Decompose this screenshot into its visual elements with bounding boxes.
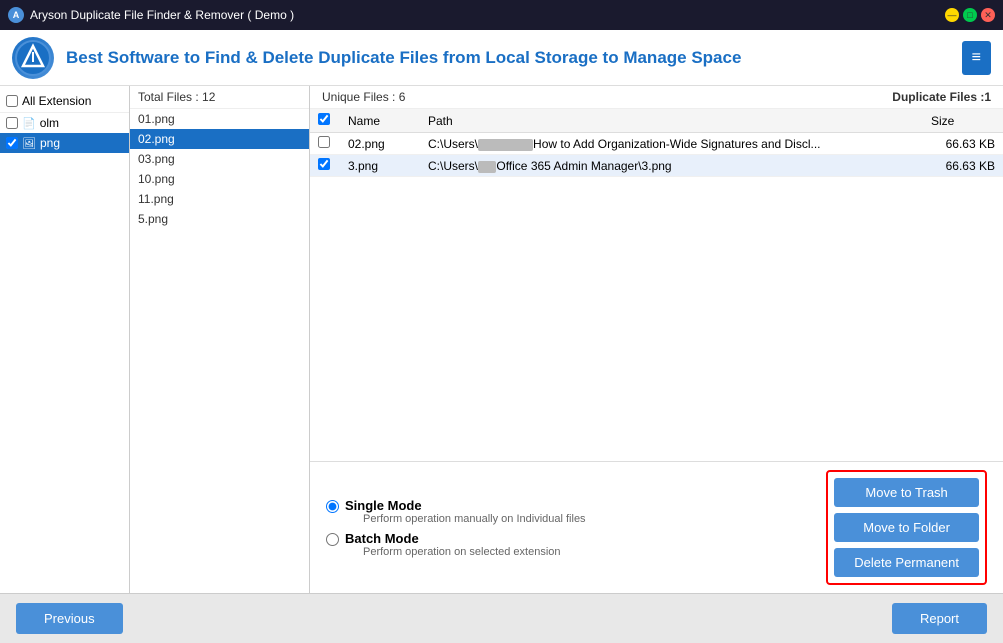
report-button[interactable]: Report bbox=[892, 603, 987, 634]
file-item-5png[interactable]: 5.png bbox=[130, 209, 309, 229]
header-banner: Best Software to Find & Delete Duplicate… bbox=[0, 30, 1003, 86]
ext-olm-checkbox[interactable] bbox=[6, 117, 18, 129]
row-2-size: 66.63 KB bbox=[923, 155, 1003, 177]
col-header-size: Size bbox=[923, 109, 1003, 133]
row-checkbox-cell bbox=[310, 133, 340, 155]
main-content: All Extension 📄 olm 🖼 png Total Files : … bbox=[0, 86, 1003, 593]
batch-mode-radio[interactable] bbox=[326, 533, 339, 546]
all-extension-label: All Extension bbox=[22, 94, 91, 108]
header-title: Best Software to Find & Delete Duplicate… bbox=[66, 48, 950, 68]
unique-files-label: Unique Files : 6 bbox=[322, 90, 405, 104]
titlebar-controls: — □ ✕ bbox=[945, 8, 995, 22]
file-item-02png[interactable]: 02.png bbox=[130, 129, 309, 149]
maximize-button[interactable]: □ bbox=[963, 8, 977, 22]
right-panel: Unique Files : 6 Duplicate Files :1 Name… bbox=[310, 86, 1003, 593]
all-extension-checkbox[interactable] bbox=[6, 95, 18, 107]
batch-mode-option: Batch Mode Perform operation on selected… bbox=[326, 531, 586, 558]
row-2-checkbox[interactable] bbox=[318, 158, 330, 170]
single-mode-label: Single Mode bbox=[345, 498, 586, 513]
file-icon-olm: 📄 bbox=[22, 117, 36, 130]
app-logo bbox=[12, 37, 54, 79]
single-mode-radio[interactable] bbox=[326, 500, 339, 513]
single-mode-option: Single Mode Perform operation manually o… bbox=[326, 498, 586, 525]
total-files-header: Total Files : 12 bbox=[130, 86, 309, 109]
titlebar-title: Aryson Duplicate File Finder & Remover (… bbox=[30, 8, 294, 22]
path-blur-1 bbox=[478, 139, 533, 151]
move-to-folder-button[interactable]: Move to Folder bbox=[834, 513, 979, 542]
table-header-row: Name Path Size bbox=[310, 109, 1003, 133]
table-row: 3.png C:\Users\ Office 365 Admin Manager… bbox=[310, 155, 1003, 177]
row-checkbox-cell bbox=[310, 155, 340, 177]
action-buttons-group: Move to Trash Move to Folder Delete Perm… bbox=[826, 470, 987, 585]
left-panel: All Extension 📄 olm 🖼 png bbox=[0, 86, 130, 593]
file-item-10png[interactable]: 10.png bbox=[130, 169, 309, 189]
table-row: 02.png C:\Users\ How to Add Organization… bbox=[310, 133, 1003, 155]
ext-olm-label: olm bbox=[40, 116, 59, 130]
right-top-bar: Unique Files : 6 Duplicate Files :1 bbox=[310, 86, 1003, 109]
single-mode-desc: Perform operation manually on Individual… bbox=[363, 513, 586, 525]
titlebar: A Aryson Duplicate File Finder & Remover… bbox=[0, 0, 1003, 30]
file-item-01png[interactable]: 01.png bbox=[130, 109, 309, 129]
row-1-name: 02.png bbox=[340, 133, 420, 155]
file-item-03png[interactable]: 03.png bbox=[130, 149, 309, 169]
ext-item-png[interactable]: 🖼 png bbox=[0, 133, 129, 153]
minimize-button[interactable]: — bbox=[945, 8, 959, 22]
ext-png-label: png bbox=[40, 136, 60, 150]
batch-mode-label: Batch Mode bbox=[345, 531, 561, 546]
col-header-path: Path bbox=[420, 109, 923, 133]
select-all-checkbox[interactable] bbox=[318, 113, 330, 125]
col-header-checkbox bbox=[310, 109, 340, 133]
titlebar-left: A Aryson Duplicate File Finder & Remover… bbox=[8, 7, 294, 23]
middle-panel: Total Files : 12 01.png 02.png 03.png 10… bbox=[130, 86, 310, 593]
move-to-trash-button[interactable]: Move to Trash bbox=[834, 478, 979, 507]
row-1-size: 66.63 KB bbox=[923, 133, 1003, 155]
file-table: Name Path Size 02.png C:\Users\ How to bbox=[310, 109, 1003, 177]
row-2-path: C:\Users\ Office 365 Admin Manager\3.png bbox=[420, 155, 923, 177]
app-icon: A bbox=[8, 7, 24, 23]
delete-permanent-button[interactable]: Delete Permanent bbox=[834, 548, 979, 577]
all-extension-header: All Extension bbox=[0, 90, 129, 113]
mode-section: Single Mode Perform operation manually o… bbox=[326, 498, 586, 558]
menu-button[interactable]: ≡ bbox=[962, 41, 991, 75]
close-button[interactable]: ✕ bbox=[981, 8, 995, 22]
row-1-checkbox[interactable] bbox=[318, 136, 330, 148]
ext-item-olm[interactable]: 📄 olm bbox=[0, 113, 129, 133]
row-1-path: C:\Users\ How to Add Organization-Wide S… bbox=[420, 133, 923, 155]
file-icon-png: 🖼 bbox=[22, 137, 36, 150]
col-header-name: Name bbox=[340, 109, 420, 133]
table-container: Name Path Size 02.png C:\Users\ How to bbox=[310, 109, 1003, 461]
batch-mode-desc: Perform operation on selected extension bbox=[363, 546, 561, 558]
previous-button[interactable]: Previous bbox=[16, 603, 123, 634]
bottom-action-panel: Single Mode Perform operation manually o… bbox=[310, 461, 1003, 593]
footer: Previous Report bbox=[0, 593, 1003, 643]
file-item-11png[interactable]: 11.png bbox=[130, 189, 309, 209]
path-blur-2 bbox=[478, 161, 496, 173]
row-2-name: 3.png bbox=[340, 155, 420, 177]
duplicate-files-label: Duplicate Files :1 bbox=[892, 90, 991, 104]
ext-png-checkbox[interactable] bbox=[6, 137, 18, 149]
